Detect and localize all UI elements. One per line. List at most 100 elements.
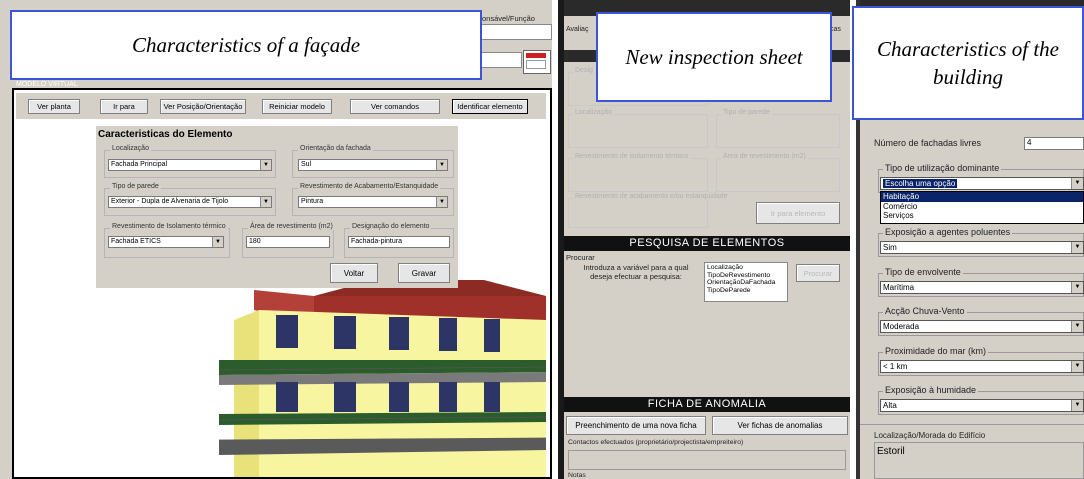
humidade-value: Alta	[883, 401, 897, 410]
list-item[interactable]: Localização	[707, 264, 785, 272]
morada-label: Localização/Morada do Edifício	[874, 431, 986, 440]
chevron-down-icon: ▼	[1071, 242, 1083, 253]
orientacao-select[interactable]: Sul ▼	[298, 159, 448, 171]
localizacao-label: Localização	[110, 145, 151, 152]
voltar-button[interactable]: Voltar	[330, 263, 378, 283]
date-field[interactable]	[480, 52, 522, 68]
ver-posicao-button[interactable]: Ver Posição/Orientação	[160, 99, 246, 114]
tipo-parede-label: Tipo de parede	[110, 183, 161, 190]
area-input[interactable]: 180	[246, 236, 330, 248]
group-caption: Tipo de parede	[721, 109, 772, 116]
morada-field[interactable]: Estoril	[874, 442, 1084, 479]
notas-label: Notas	[568, 472, 586, 479]
localizacao-select[interactable]: Fachada Principal ▼	[108, 159, 272, 171]
revest-iso-label: Revestimento de Isolamento térmico	[110, 223, 228, 230]
fachadas-input[interactable]: 4	[1024, 137, 1084, 150]
fachadas-label: Número de fachadas livres	[874, 138, 982, 148]
building-callout: Characteristics of the building	[852, 6, 1084, 120]
exposicao-label: Exposição a agentes poluentes	[883, 227, 1013, 237]
contactos-label: Contactos efectuados (proprietário/proje…	[568, 439, 744, 446]
facade-callout: Characteristics of a façade	[10, 10, 482, 80]
revest-acab-value: Pintura	[301, 198, 324, 205]
group-caption: Desig	[573, 67, 595, 74]
dropdown-option-comercio[interactable]: Comércio	[881, 202, 1083, 212]
orientacao-value: Sul	[301, 161, 312, 168]
avaliacao-tab[interactable]: Avaliaç	[566, 26, 588, 33]
ver-planta-button[interactable]: Ver planta	[28, 99, 80, 114]
ir-para-elemento-button[interactable]: Ir para elemento	[756, 202, 840, 224]
gravar-button[interactable]: Gravar	[398, 263, 450, 283]
orientacao-label: Orientação da fachada	[298, 145, 373, 152]
revest-acab-select[interactable]: Pintura ▼	[298, 196, 448, 208]
chevron-down-icon: ▼	[212, 237, 223, 247]
humidade-label: Exposição à humidade	[883, 385, 979, 395]
designacao-input[interactable]: Fachada-pintura	[348, 236, 450, 248]
chevron-down-icon: ▼	[436, 197, 447, 207]
group-caption: Localização	[573, 109, 614, 116]
localizacao-value: Fachada Principal	[111, 161, 168, 168]
ir-para-button[interactable]: Ir para	[100, 99, 148, 114]
list-item[interactable]: TipoDeRevestimento	[707, 272, 785, 280]
chuva-label: Acção Chuva-Vento	[883, 306, 967, 316]
nova-ficha-button[interactable]: Preenchimento de uma nova ficha	[566, 416, 706, 435]
anomaly-header: FICHA DE ANOMALIA	[564, 397, 850, 412]
area-label: Área de revestimento (m2)	[248, 223, 335, 230]
dropdown-option-habitacao[interactable]: Habitação	[881, 192, 1083, 202]
dropdown-option-servicos[interactable]: Serviços	[881, 211, 1083, 221]
mar-select[interactable]: < 1 km ▼	[880, 360, 1084, 373]
chevron-down-icon: ▼	[436, 160, 447, 170]
right-divider	[860, 424, 1084, 425]
list-item[interactable]: TipoDeParede	[707, 287, 785, 295]
chevron-down-icon: ▼	[1071, 361, 1083, 372]
exposicao-select[interactable]: Sim ▼	[880, 241, 1084, 254]
search-header: PESQUISA DE ELEMENTOS	[564, 236, 850, 251]
mar-value: < 1 km	[883, 362, 908, 371]
humidade-select[interactable]: Alta ▼	[880, 399, 1084, 412]
responsible-label: onsável/Função	[482, 14, 535, 23]
procurar-group-label: Procurar	[566, 253, 595, 262]
chevron-down-icon: ▼	[1071, 178, 1083, 189]
acabamento-group-disabled: Revestimento de acabamento e/ou estanqui…	[568, 193, 730, 228]
envolvente-value: Marítima	[883, 283, 915, 292]
ver-comandos-button[interactable]: Ver comandos	[350, 99, 440, 114]
exposicao-value: Sim	[883, 243, 897, 252]
utilizacao-value: Escolha uma opção	[883, 179, 958, 188]
reiniciar-modelo-button[interactable]: Reiniciar modelo	[262, 99, 332, 114]
envolvente-label: Tipo de envolvente	[883, 267, 963, 277]
chuva-value: Moderada	[883, 322, 920, 331]
calendar-icon[interactable]	[523, 50, 551, 74]
revest-iso-value: Fachada ETICS	[111, 238, 161, 245]
utilizacao-label: Tipo de utilização dominante	[883, 163, 1002, 173]
virtual-model-label: MODELO VIRTUAL	[14, 81, 80, 88]
revest-acab-label: Revestimento de Acabamento/Estanquidade	[298, 183, 441, 190]
designacao-label: Designação do elemento	[350, 223, 432, 230]
list-item[interactable]: OrientaçãoDaFachada	[707, 279, 785, 287]
envolvente-select[interactable]: Marítima ▼	[880, 281, 1084, 294]
chevron-down-icon: ▼	[260, 160, 271, 170]
localizacao-group-disabled: Localização	[568, 109, 708, 148]
top-field[interactable]	[480, 24, 552, 40]
identificar-elemento-button[interactable]: Identificar elemento	[452, 99, 528, 114]
chevron-down-icon: ▼	[260, 197, 271, 207]
inspection-callout: New inspection sheet	[596, 12, 832, 102]
contactos-field[interactable]	[568, 450, 846, 470]
area-group-disabled: Área de revestimento (m2)	[716, 153, 840, 192]
chuva-select[interactable]: Moderada ▼	[880, 320, 1084, 333]
utilizacao-dropdown[interactable]: Habitação Comércio Serviços	[880, 191, 1084, 224]
group-caption: Revestimento de isolamento térmico	[573, 153, 691, 160]
chevron-down-icon: ▼	[1071, 282, 1083, 293]
search-options-list[interactable]: Localização TipoDeRevestimento Orientaçã…	[704, 262, 788, 302]
procurar-button[interactable]: Procurar	[796, 264, 840, 282]
utilizacao-select[interactable]: Escolha uma opção ▼	[880, 177, 1084, 190]
isolamento-group-disabled: Revestimento de isolamento térmico	[568, 153, 708, 192]
group-caption: Área de revestimento (m2)	[721, 153, 808, 160]
chevron-down-icon: ▼	[1071, 400, 1083, 411]
tipo-parede-value: Exterior - Dupla de Alvenaria de Tijolo	[111, 198, 229, 205]
group-caption: Revestimento de acabamento e/ou estanqui…	[573, 193, 730, 200]
revest-iso-select[interactable]: Fachada ETICS ▼	[108, 236, 224, 248]
tipo-parede-select[interactable]: Exterior - Dupla de Alvenaria de Tijolo ▼	[108, 196, 272, 208]
tipo-parede-group-disabled: Tipo de parede	[716, 109, 840, 148]
ver-fichas-button[interactable]: Ver fichas de anomalias	[712, 416, 848, 435]
mar-label: Proximidade do mar (km)	[883, 346, 989, 356]
chevron-down-icon: ▼	[1071, 321, 1083, 332]
